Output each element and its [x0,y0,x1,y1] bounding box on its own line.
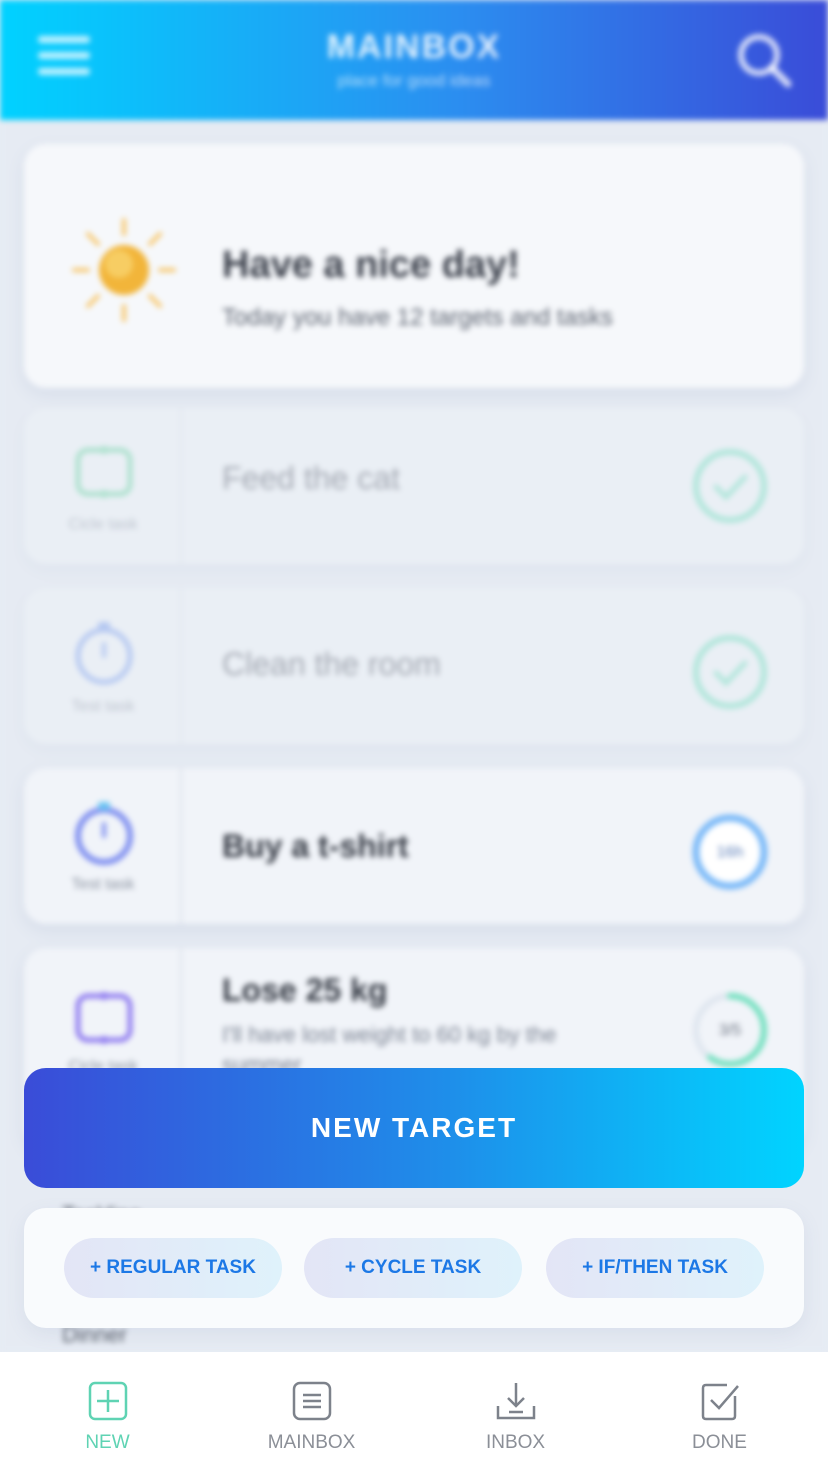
stopwatch-icon [75,622,133,685]
nav-item-mainbox[interactable]: MAINBOX [208,1352,415,1472]
task-timer: 16h [716,844,744,861]
check-square-icon [701,1383,739,1421]
done-check-icon[interactable] [690,632,770,712]
cycle-task-icon [75,992,133,1044]
sun-icon [72,218,176,322]
greeting-subtitle: Today you have 12 targets and tasks [222,304,613,331]
task-type: Cicle task [24,408,182,564]
nav-item-done[interactable]: DONE [616,1352,823,1472]
download-tray-icon [496,1383,536,1420]
add-cycle-task-button[interactable]: + CYCLE TASK [304,1238,522,1298]
nav-label-mainbox: MAINBOX [267,1432,356,1453]
task-type-panel: + REGULAR TASK + CYCLE TASK + IF/THEN TA… [24,1208,804,1328]
done-check-icon[interactable] [690,446,770,526]
task-title: Lose 25 kg [222,972,388,1008]
brand: MAINBOX place for good ideas [0,28,828,91]
task-progress-text: 3/5 [718,1022,742,1039]
task-type: Test task [24,588,182,744]
task-type-label: Cicle task [68,516,138,533]
nav-item-inbox[interactable]: INBOX [412,1352,619,1472]
task-card[interactable]: Test task Buy a t-shirt 16h [24,768,804,924]
task-card[interactable]: Cicle task Feed the cat [24,408,804,564]
greeting-title: Have a nice day! [222,244,520,286]
list-icon [292,1381,332,1421]
app-subtitle: place for good ideas [337,71,491,90]
task-title: Clean the room [222,646,441,682]
cycle-task-icon [75,446,133,498]
search-icon[interactable] [734,30,792,88]
add-ifthen-task-button[interactable]: + IF/THEN TASK [546,1238,764,1298]
task-type: Test task [24,768,182,924]
nav-label-done: DONE [692,1432,747,1453]
nav-label-inbox: INBOX [485,1432,546,1453]
plus-square-icon [88,1381,128,1421]
stopwatch-icon [75,802,133,865]
bottom-nav: NEW MAINBOX INBOX DONE [0,1352,828,1472]
task-card[interactable]: Test task Clean the room [24,588,804,744]
new-target-button[interactable]: NEW TARGET [24,1068,804,1188]
greeting-card: Have a nice day! Today you have 12 targe… [24,144,804,388]
task-type-label: Test task [71,876,135,893]
app-title: MAINBOX [326,28,502,66]
add-regular-task-button[interactable]: + REGULAR TASK [64,1238,282,1298]
nav-item-new[interactable]: NEW [4,1352,211,1472]
task-title: Feed the cat [222,460,400,496]
task-type-label: Test task [71,698,135,715]
nav-label-new: NEW [85,1432,130,1453]
app-header: MAINBOX place for good ideas [0,0,828,120]
task-title: Buy a t-shirt [222,828,409,864]
